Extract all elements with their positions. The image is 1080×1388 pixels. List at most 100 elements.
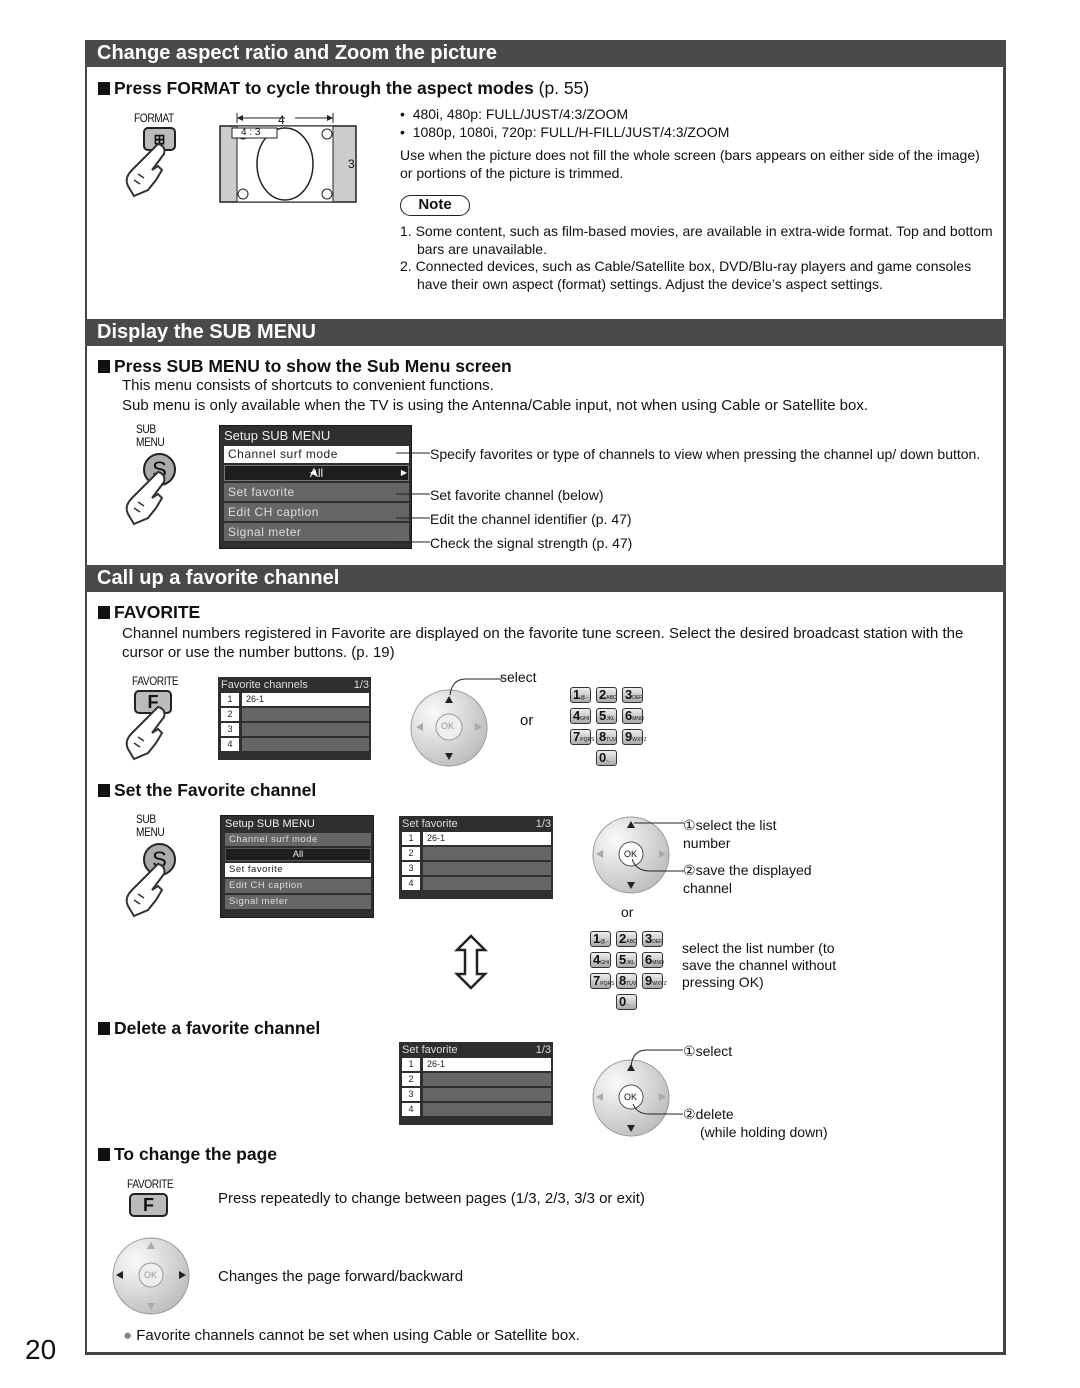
number-key-4[interactable]: 4GHI xyxy=(590,952,611,968)
arrow-left-icon: ◀ xyxy=(309,468,316,477)
callout-text: Edit the channel identifier (p. 47) xyxy=(430,511,632,527)
or-label: or xyxy=(520,712,534,729)
page-instruction: Press repeatedly to change between pages… xyxy=(218,1190,645,1207)
number-key-2[interactable]: 2ABC xyxy=(596,687,617,703)
subheading-delete-favorite: Delete a favorite channel xyxy=(98,1018,320,1039)
submenu-button-label: SUB MENU xyxy=(136,422,165,449)
number-key-6[interactable]: 6MNO xyxy=(642,952,664,968)
favorite-button-label: FAVORITE xyxy=(132,674,179,688)
number-key-2[interactable]: 2ABC xyxy=(616,931,637,947)
number-key-4[interactable]: 4GHI xyxy=(570,708,591,724)
list-row[interactable]: 4 xyxy=(221,738,369,751)
menu-value-selector[interactable]: ◀ All ▶ xyxy=(224,465,409,481)
callout-lines xyxy=(630,1049,683,1115)
hand-pointer-icon xyxy=(125,862,166,918)
number-key-1[interactable]: 1@.- xyxy=(570,687,591,703)
page-instruction: Changes the page forward/backward xyxy=(218,1268,464,1285)
list-row[interactable]: 2 xyxy=(221,708,369,721)
favorite-channels-screen: Favorite channels 1/3 1 26-1 2 3 4 xyxy=(218,677,371,760)
list-header: Set favorite 1/3 xyxy=(402,818,551,830)
aspect-bullet: • 1080p, 1080i, 720p: FULL/H-FILL/JUST/4… xyxy=(400,124,730,140)
list-row[interactable]: 1 26-1 xyxy=(221,693,369,706)
number-key-7[interactable]: 7PQRS xyxy=(590,973,614,989)
number-key-5[interactable]: 5JKL xyxy=(616,952,637,968)
callout-line xyxy=(449,678,502,696)
list-header: Favorite channels 1/3 xyxy=(221,679,369,691)
menu-item-channel-surf-mode[interactable]: Channel surf mode xyxy=(224,446,409,463)
list-row[interactable]: 4 xyxy=(402,1103,551,1116)
section-header-submenu: Display the SUB MENU xyxy=(85,319,1006,346)
list-row[interactable]: 3 xyxy=(221,723,369,736)
select-label: select xyxy=(500,669,537,685)
subheading-change-page: To change the page xyxy=(98,1144,277,1165)
list-row[interactable]: 3 xyxy=(402,1088,551,1101)
aspect-description: Use when the picture does not fill the w… xyxy=(400,147,980,181)
or-label: or xyxy=(621,904,634,920)
number-key-3[interactable]: 3DEF xyxy=(622,687,643,703)
menu-item-set-favorite[interactable]: Set favorite xyxy=(225,863,371,877)
callout-text: Check the signal strength (p. 47) xyxy=(430,535,633,551)
section-header-favorite: Call up a favorite channel xyxy=(85,565,1006,592)
number-key-0[interactable]: 0-. xyxy=(596,750,617,766)
number-key-7[interactable]: 7PQRS xyxy=(570,729,594,745)
list-row[interactable]: 4 xyxy=(402,877,551,890)
menu-item-signal-meter[interactable]: Signal meter xyxy=(225,895,371,909)
diagram-width-label: 4 xyxy=(278,113,285,127)
note-item: 2. Connected devices, such as Cable/Sate… xyxy=(400,258,972,292)
number-key-3[interactable]: 3DEF xyxy=(642,931,663,947)
step-select: ①select xyxy=(683,1043,733,1059)
number-key-0[interactable]: 0-. xyxy=(616,994,637,1010)
hand-pointer-icon xyxy=(125,142,166,198)
menu-item-edit-ch-caption[interactable]: Edit CH caption xyxy=(224,503,409,521)
favorite-button[interactable]: F xyxy=(129,1193,168,1217)
subheading-set-favorite: Set the Favorite channel xyxy=(98,780,316,801)
number-key-9[interactable]: 9WXYZ xyxy=(642,973,667,989)
callout-lines xyxy=(396,452,430,543)
footnote: ● Favorite channels cannot be set when u… xyxy=(123,1327,580,1344)
list-row[interactable]: 2 xyxy=(402,1073,551,1086)
number-key-9[interactable]: 9WXYZ xyxy=(622,729,647,745)
format-button-label: FORMAT xyxy=(134,111,174,125)
list-row[interactable]: 2 xyxy=(402,847,551,860)
keypad-note: select the list number (to save the chan… xyxy=(682,940,837,990)
number-key-8[interactable]: 8TUV xyxy=(616,973,637,989)
list-header: Set favorite 1/3 xyxy=(402,1044,551,1056)
menu-item-edit-ch-caption[interactable]: Edit CH caption xyxy=(225,879,371,893)
submenu-line: This menu consists of shortcuts to conve… xyxy=(122,377,494,394)
number-key-5[interactable]: 5JKL xyxy=(596,708,617,724)
step-select-list-number: ①select the list number xyxy=(683,817,777,851)
ok-label: OK xyxy=(441,721,455,731)
diagram-ratio-label: 4 : 3 xyxy=(241,127,261,138)
favorite-description: Channel numbers registered in Favorite a… xyxy=(122,625,964,661)
aspect-bullet: • 480i, 480p: FULL/JUST/4:3/ZOOM xyxy=(400,106,629,122)
note-item: 1. Some content, such as film-based movi… xyxy=(400,223,993,257)
number-key-8[interactable]: 8TUV xyxy=(596,729,617,745)
section-header-aspect: Change aspect ratio and Zoom the picture xyxy=(85,40,1006,67)
menu-item-signal-meter[interactable]: Signal meter xyxy=(224,523,409,541)
menu-value-selector[interactable]: All xyxy=(225,848,371,861)
callout-text: Set favorite channel (below) xyxy=(430,487,604,503)
step-delete: ②delete xyxy=(683,1106,734,1122)
step-delete-note: (while holding down) xyxy=(700,1124,828,1140)
menu-title: Setup SUB MENU xyxy=(224,428,331,443)
menu-item-channel-surf-mode[interactable]: Channel surf mode xyxy=(225,833,371,846)
updown-arrow-icon xyxy=(453,934,489,990)
number-key-6[interactable]: 6MNO xyxy=(622,708,644,724)
submenu-line: Sub menu is only available when the TV i… xyxy=(122,397,869,414)
menu-item-set-favorite[interactable]: Set favorite xyxy=(224,483,409,501)
number-key-1[interactable]: 1@.- xyxy=(590,931,611,947)
list-row[interactable]: 3 xyxy=(402,862,551,875)
step-2-icon: ② xyxy=(683,862,696,878)
page-number: 20 xyxy=(25,1334,57,1365)
set-favorite-screen: Set favorite 1/3 1 26-1 2 3 4 xyxy=(399,816,553,899)
step-save-channel: ②save the displayed channel xyxy=(683,862,812,896)
list-row[interactable]: 1 26-1 xyxy=(402,1058,551,1071)
list-row[interactable]: 1 26-1 xyxy=(402,832,551,845)
subheading-format: Press FORMAT to cycle through the aspect… xyxy=(98,78,589,99)
step-1-icon: ① xyxy=(683,1043,696,1059)
bullet-icon: ● xyxy=(123,1327,133,1344)
submenu-button-label: SUB MENU xyxy=(136,812,165,839)
setup-submenu-screen: Setup SUB MENU Channel surf mode All Set… xyxy=(220,815,374,918)
hand-pointer-icon xyxy=(125,470,166,526)
menu-title: Setup SUB MENU xyxy=(225,818,315,830)
